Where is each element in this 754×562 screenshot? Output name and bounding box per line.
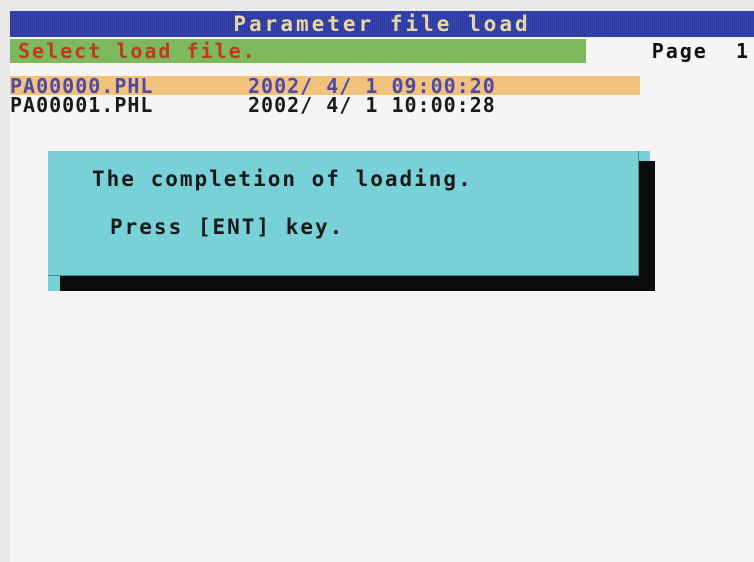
title-bar: Parameter file load bbox=[10, 11, 754, 37]
status-row: Select load file. Page 1 bbox=[10, 39, 754, 63]
file-row[interactable]: PA00001.PHL 2002/ 4/ 1 10:00:28 bbox=[10, 92, 754, 117]
terminal-screen: Parameter file load Select load file. Pa… bbox=[10, 11, 754, 562]
page-indicator: Page 1 bbox=[652, 39, 750, 63]
completion-dialog[interactable]: The completion of loading. Press [ENT] k… bbox=[48, 151, 639, 276]
page-number: 1 bbox=[735, 39, 750, 63]
dialog-corner-accent bbox=[638, 151, 650, 161]
dialog-corner-accent bbox=[48, 275, 60, 291]
status-message: Select load file. bbox=[18, 39, 257, 63]
dialog-instruction: Press [ENT] key. bbox=[110, 215, 345, 239]
page-title: Parameter file load bbox=[233, 12, 531, 36]
page-label: Page bbox=[651, 39, 708, 63]
file-list: PA00000.PHL 2002/ 4/ 1 09:00:20 PA00001.P… bbox=[10, 74, 754, 117]
file-date: 2002/ 4/ 1 bbox=[248, 92, 379, 117]
dialog-message: The completion of loading. bbox=[92, 167, 473, 191]
status-bar: Select load file. bbox=[10, 39, 586, 63]
file-time: 10:00:28 bbox=[391, 92, 496, 117]
file-name: PA00001.PHL bbox=[10, 92, 154, 117]
